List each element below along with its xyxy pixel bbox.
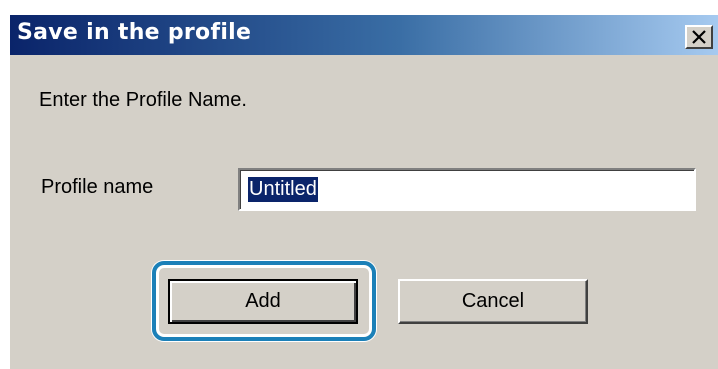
close-button[interactable] [685, 25, 713, 49]
window-title: Save in the profile [17, 20, 252, 45]
add-button[interactable]: Add [168, 279, 358, 324]
profile-name-value: Untitled [248, 177, 318, 202]
profile-name-label: Profile name [41, 176, 154, 198]
title-bar: Save in the profile [10, 15, 718, 55]
save-profile-dialog: Save in the profile Enter the Profile Na… [9, 14, 718, 369]
instruction-text: Enter the Profile Name. [39, 89, 247, 111]
close-icon [692, 30, 706, 44]
profile-name-input[interactable]: Untitled [238, 168, 696, 211]
cancel-button[interactable]: Cancel [398, 279, 588, 324]
